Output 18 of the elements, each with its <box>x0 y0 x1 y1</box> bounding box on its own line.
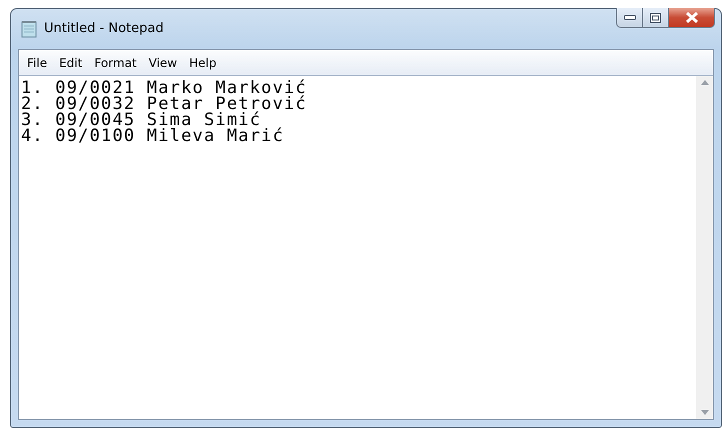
notepad-icon <box>20 20 38 38</box>
text-line: 1. 09/0021 Marko Marković <box>21 80 308 96</box>
menu-item[interactable]: Format <box>88 52 143 72</box>
maximize-icon <box>650 12 661 22</box>
minimize-icon <box>624 15 636 20</box>
maximize-button[interactable] <box>643 8 669 28</box>
minimize-button[interactable] <box>616 8 643 28</box>
text-area[interactable]: 1. 09/0021 Marko Marković 2. 09/0032 Petar Petrović 3. 09/0045 Sima Simić 4. 09/0100 Mileva Marić <box>19 76 696 419</box>
text-line: 3. 09/0045 Sima Simić <box>21 112 262 128</box>
close-button[interactable] <box>669 8 715 28</box>
menu-item[interactable]: Help <box>183 52 222 72</box>
close-icon <box>684 12 698 23</box>
text-line: 2. 09/0032 Petar Petrović <box>21 96 308 112</box>
menu-item[interactable]: File <box>21 52 54 72</box>
text-line: 4. 09/0100 Mileva Marić <box>21 128 286 144</box>
window-title: Untitled - Notepad <box>44 20 164 38</box>
menu-item[interactable]: View <box>142 52 184 72</box>
menu-item[interactable]: Edit <box>53 52 88 72</box>
